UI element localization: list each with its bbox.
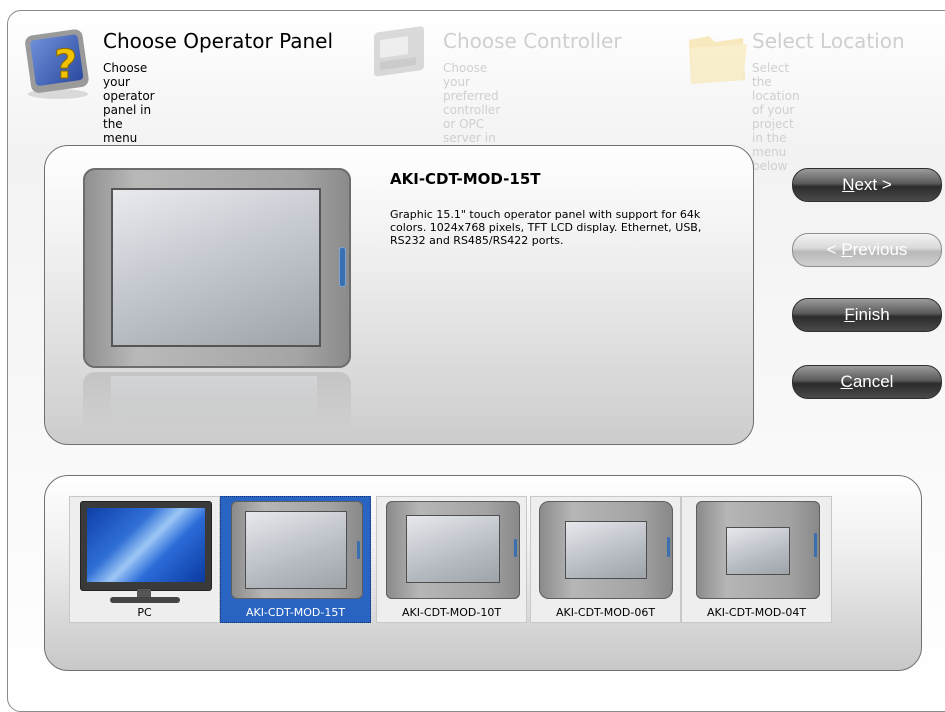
gallery-item-label: AKI-CDT-MOD-10T <box>401 606 502 619</box>
step-title: Choose Operator Panel <box>103 29 334 53</box>
gallery-item-aki-cdt-mod-10t[interactable]: AKI-CDT-MOD-10T <box>376 496 527 623</box>
panel-04t-led <box>814 533 817 557</box>
panel-10t-icon <box>386 501 520 599</box>
cancel-label-rest: ancel <box>852 372 894 391</box>
pc-monitor-icon <box>80 501 212 591</box>
panel-10t-screen <box>406 515 500 583</box>
gallery-item-pc[interactable]: PC <box>69 496 220 623</box>
gallery-item-label: PC <box>137 606 152 619</box>
previous-button[interactable]: < Previous <box>792 233 942 267</box>
operator-panel-question-icon: ? <box>25 29 89 99</box>
panel-06t-led <box>667 537 670 557</box>
panel-10t-led <box>514 539 517 557</box>
next-button[interactable]: Next > <box>792 168 942 202</box>
gallery-item-aki-cdt-mod-06t[interactable]: AKI-CDT-MOD-06T <box>530 496 681 623</box>
next-label-rest: ext > <box>854 175 892 194</box>
step-description: Select the location of your project in t… <box>752 61 800 173</box>
next-mnemonic: N <box>842 175 855 194</box>
gallery-item-aki-cdt-mod-04t[interactable]: AKI-CDT-MOD-04T <box>681 496 832 623</box>
pc-monitor-base <box>110 597 180 603</box>
gallery-item-label: AKI-CDT-MOD-06T <box>555 606 656 619</box>
panel-04t-screen <box>726 527 790 575</box>
folder-icon <box>689 36 747 84</box>
reflection-screen <box>111 376 317 424</box>
previous-prefix: < <box>826 240 842 259</box>
selected-panel-image <box>83 168 351 368</box>
panel-15t-led <box>357 541 360 559</box>
previous-label-rest: revious <box>852 240 908 259</box>
cancel-button[interactable]: Cancel <box>792 365 942 399</box>
panel-reflection <box>83 372 351 432</box>
panel-04t-icon <box>696 501 820 599</box>
finish-button[interactable]: Finish <box>792 298 942 332</box>
selected-panel-name: AKI-CDT-MOD-15T <box>390 170 541 188</box>
panel-15t-icon <box>231 501 363 599</box>
previous-mnemonic: P <box>841 240 853 259</box>
panel-led <box>340 248 345 286</box>
gallery-item-label: AKI-CDT-MOD-15T <box>245 606 346 619</box>
finish-mnemonic: F <box>844 305 855 324</box>
gallery-item-aki-cdt-mod-15t[interactable]: AKI-CDT-MOD-15T <box>220 496 371 623</box>
step-title: Select Location <box>752 29 905 53</box>
gallery-item-label: AKI-CDT-MOD-04T <box>706 606 807 619</box>
cancel-mnemonic: C <box>840 372 853 391</box>
finish-label-rest: inish <box>854 305 890 324</box>
panel-06t-icon <box>539 501 673 599</box>
panel-06t-screen <box>565 521 647 579</box>
step-title: Choose Controller <box>443 29 622 53</box>
panel-screen <box>111 188 321 347</box>
panel-15t-screen <box>245 511 347 589</box>
svg-text:?: ? <box>54 42 77 88</box>
controller-icon <box>374 26 424 77</box>
selected-panel-description: Graphic 15.1" touch operator panel with … <box>390 208 702 247</box>
pc-monitor-screen <box>87 508 205 582</box>
